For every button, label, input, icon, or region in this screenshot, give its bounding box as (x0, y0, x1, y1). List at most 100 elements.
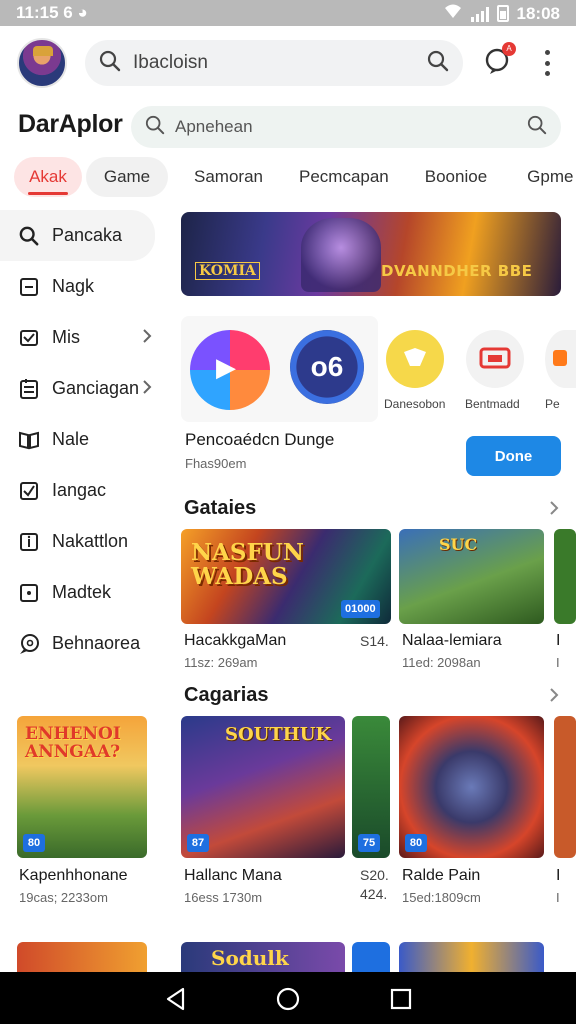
game-card-image[interactable] (399, 942, 544, 972)
battery-icon (496, 5, 509, 22)
chevron-right-icon[interactable] (549, 500, 559, 521)
sidebar-item-label: Behnaorea (52, 633, 141, 653)
dot-square-icon (18, 582, 40, 604)
game-card-image[interactable] (554, 529, 576, 624)
game-title: I (556, 867, 561, 884)
tab-gpme[interactable]: Gpme (527, 157, 573, 197)
search-icon (145, 115, 165, 140)
game-art-title: NASFUN WADAS (191, 539, 304, 591)
game-card-image[interactable]: Sodulk (181, 942, 345, 972)
sidebar-item-ganciagan[interactable]: Ganciagan (0, 363, 170, 414)
notification-badge: A (502, 42, 516, 56)
sidebar-item-label: Ganciagan (52, 378, 140, 398)
search-bar-top[interactable]: Ibacloisn (85, 40, 463, 86)
game-card-image[interactable]: ENHENOI ANNGAA? 80 (17, 716, 147, 858)
sidebar-item-label: Pancaka (52, 225, 123, 245)
sidebar-item-nale[interactable]: Nale (0, 414, 170, 465)
chevron-right-icon[interactable] (549, 687, 559, 708)
sidebar-item-label: Nale (52, 429, 90, 449)
search-bar-main[interactable]: Apnehean (131, 106, 561, 148)
game-card-image[interactable]: NASFUN WADAS 01000 (181, 529, 391, 624)
wifi-icon (443, 3, 463, 24)
app-icon-yellow[interactable] (386, 330, 444, 388)
back-icon[interactable] (163, 986, 189, 1012)
sidebar-item-iangac[interactable]: Iangac (0, 465, 170, 516)
game-meta: I (556, 655, 560, 670)
sidebar-item-nakattlon[interactable]: Nakattlon (0, 516, 170, 567)
signal-icon (470, 6, 489, 22)
tab-boonioe[interactable]: Boonioe (425, 157, 487, 197)
app-icon-partial[interactable] (545, 330, 576, 388)
game-tag: 75 (358, 834, 380, 852)
game-card-image[interactable] (17, 942, 147, 972)
game-card-image[interactable] (352, 942, 390, 972)
game-art-title: SUC (439, 535, 478, 554)
search-input-top[interactable]: Ibacloisn (133, 52, 427, 74)
banner-left-logo: KOMIA (195, 262, 260, 280)
game-tag: 80 (23, 834, 45, 852)
home-icon[interactable] (275, 986, 301, 1012)
category-tabs: Akak Game Samoran Pecmcapan Boonioe Gpme (14, 156, 576, 198)
sidebar-item-label: Nagk (52, 276, 95, 296)
sidebar-item-madtek[interactable]: Madtek (0, 567, 170, 618)
featured-title: Pencoaédcn Dunge (185, 430, 335, 449)
game-meta: 19cas; 2233om (19, 890, 108, 905)
game-card-image[interactable]: 75 (352, 716, 390, 858)
sidebar-item-label: Nakattlon (52, 531, 129, 551)
check-box-icon (18, 480, 40, 502)
search-icon[interactable] (427, 50, 449, 77)
game-title: HacakkgaMan (184, 632, 287, 649)
book-icon (18, 429, 40, 451)
chat-icon (18, 633, 40, 655)
document-icon (18, 378, 40, 400)
search-icon[interactable] (527, 115, 547, 140)
game-art-title: ENHENOI ANNGAA? (25, 724, 121, 762)
section-title-cagarias: Cagarias (184, 684, 269, 706)
promo-banner[interactable]: KOMIA DVANNDHER BBE (181, 212, 561, 296)
tab-pecmcapan[interactable]: Pecmcapan (299, 157, 389, 197)
sidebar-item-nagk[interactable]: Nagk (0, 261, 170, 312)
app-notification-icon: ◕ (77, 3, 88, 22)
app-icon-blue[interactable]: o6 (290, 330, 364, 404)
section-title-gataies: Gataies (184, 497, 257, 519)
game-tag: 01000 (341, 600, 380, 618)
more-options-icon[interactable] (537, 50, 557, 76)
game-price: S20. (360, 867, 389, 883)
game-card-image[interactable] (554, 716, 576, 858)
search-icon (18, 225, 40, 247)
game-art-title: SOUTHUK (225, 724, 332, 745)
tab-game[interactable]: Game (86, 157, 168, 197)
sidebar-item-behnaorea[interactable]: Behnaorea (0, 618, 170, 669)
game-meta: 16ess 1730m (184, 890, 263, 905)
search-input-main[interactable]: Apnehean (175, 117, 527, 137)
mail-icon (18, 327, 40, 349)
app-icon-red[interactable] (466, 330, 524, 388)
game-price-secondary: 424. (360, 886, 388, 902)
game-card-image[interactable]: SOUTHUK 87 (181, 716, 345, 858)
sidebar-item-mis[interactable]: Mis (0, 312, 170, 363)
status-bar: 11:15 6 ◕ 18:08 (0, 0, 576, 26)
status-right-time: 18:08 (516, 3, 560, 23)
app-screen: 11:15 6 ◕ 18:08 Ibacloisn A DarAplor Apn… (0, 0, 576, 1024)
square-icon (18, 276, 40, 298)
notification-icon[interactable]: A (484, 42, 516, 76)
sidebar-item-label: Iangac (52, 480, 107, 500)
game-title: Nalaa-lemiara (402, 632, 502, 649)
avatar[interactable] (17, 38, 67, 88)
search-icon (99, 50, 121, 77)
app-name: Pe (545, 397, 560, 411)
status-time: 11:15 6 ◕ (16, 3, 88, 22)
game-card-image[interactable]: SUC (399, 529, 544, 624)
game-card-image[interactable]: 80 (399, 716, 544, 858)
tab-akak[interactable]: Akak (14, 157, 82, 197)
game-meta: 11ed: 2098an (402, 655, 481, 670)
recents-icon[interactable] (388, 986, 414, 1012)
game-price: S14. (360, 633, 389, 649)
sidebar-item-pancaka[interactable]: Pancaka (0, 210, 155, 261)
app-brand: DarAplor (18, 110, 123, 138)
done-button[interactable]: Done (466, 436, 561, 476)
video-player-app-icon[interactable] (190, 330, 270, 410)
game-meta: I (556, 890, 560, 905)
banner-hero-art (301, 218, 381, 292)
tab-samoran[interactable]: Samoran (194, 157, 263, 197)
